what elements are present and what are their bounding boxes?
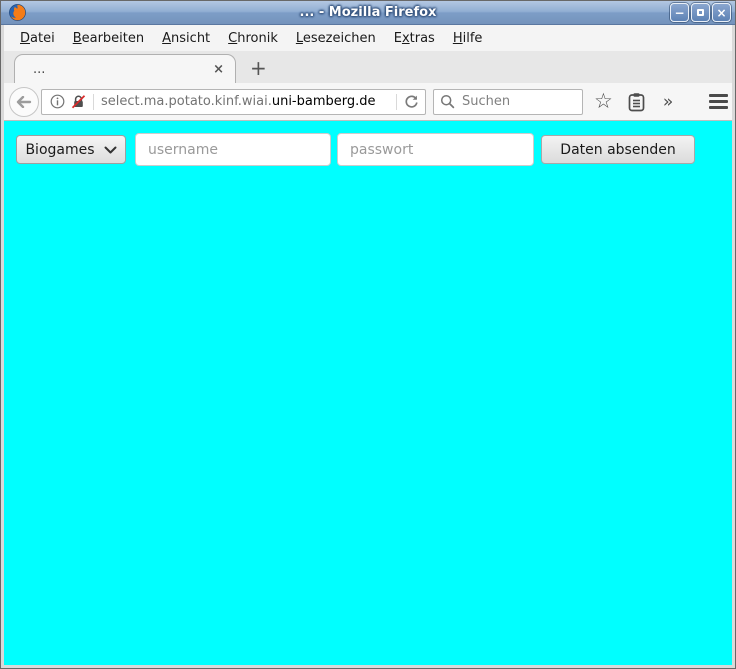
firefox-logo-icon	[9, 4, 26, 21]
username-field[interactable]	[135, 133, 331, 166]
firefox-window: ... - Mozilla Firefox − × Datei Bearbeit…	[0, 0, 736, 669]
menu-ansicht[interactable]: Ansicht	[154, 28, 218, 49]
search-input[interactable]	[433, 89, 583, 115]
window-title: ... - Mozilla Firefox	[1, 5, 735, 20]
close-icon: ×	[716, 5, 726, 21]
url-domain: uni-bamberg.de	[272, 94, 376, 109]
password-field[interactable]	[337, 133, 534, 166]
hamburger-icon	[709, 94, 728, 97]
minimize-button[interactable]: −	[670, 3, 689, 22]
maximize-icon	[697, 9, 704, 16]
menubar: Datei Bearbeiten Ansicht Chronik Lesezei…	[4, 25, 732, 51]
maximize-button[interactable]	[691, 3, 710, 22]
chevron-down-icon	[104, 146, 117, 154]
insecure-lock-icon[interactable]	[71, 94, 86, 109]
menu-datei[interactable]: Datei	[12, 28, 63, 49]
search-box	[433, 89, 583, 115]
page-info-icon[interactable]	[50, 94, 65, 109]
biogames-select[interactable]: Biogames	[16, 135, 126, 164]
url-separator	[93, 94, 94, 110]
active-tab[interactable]: ... ×	[14, 54, 236, 83]
back-arrow-icon	[16, 96, 32, 108]
bookmarks-menu-button[interactable]	[620, 87, 653, 117]
menu-extras[interactable]: Extras	[386, 28, 443, 49]
close-button[interactable]: ×	[712, 3, 731, 22]
select-value: Biogames	[25, 142, 94, 158]
reload-icon[interactable]	[404, 94, 419, 109]
menu-hamburger-button[interactable]	[699, 94, 736, 109]
clipboard-icon	[627, 92, 646, 112]
tab-title: ...	[33, 62, 211, 77]
minimize-icon: −	[674, 5, 684, 21]
menu-chronik[interactable]: Chronik	[220, 28, 286, 49]
overflow-chevron-icon[interactable]: »	[653, 92, 683, 112]
window-frame: Datei Bearbeiten Ansicht Chronik Lesezei…	[1, 25, 735, 668]
menu-hilfe[interactable]: Hilfe	[445, 28, 491, 49]
login-form: Biogames Daten absenden	[4, 121, 732, 166]
menu-lesezeichen[interactable]: Lesezeichen	[288, 28, 384, 49]
url-text[interactable]: select.ma.potato.kinf.wiai.uni-bamberg.d…	[101, 94, 389, 109]
url-separator	[396, 94, 397, 110]
menu-bearbeiten[interactable]: Bearbeiten	[65, 28, 152, 49]
url-bar[interactable]: select.ma.potato.kinf.wiai.uni-bamberg.d…	[41, 89, 426, 115]
tab-close-icon[interactable]: ×	[211, 62, 226, 77]
search-icon	[440, 94, 455, 109]
navigation-toolbar: select.ma.potato.kinf.wiai.uni-bamberg.d…	[4, 83, 732, 121]
tab-bar: ... × +	[4, 51, 732, 83]
url-prefix: select.ma.potato.kinf.wiai.	[101, 94, 272, 109]
submit-button[interactable]: Daten absenden	[541, 135, 695, 164]
back-button[interactable]	[9, 87, 39, 117]
page-content: Biogames Daten absenden	[4, 121, 732, 665]
titlebar[interactable]: ... - Mozilla Firefox − ×	[1, 1, 735, 25]
star-icon: ☆	[594, 91, 613, 112]
new-tab-button[interactable]: +	[236, 56, 281, 83]
bookmark-star-button[interactable]: ☆	[587, 87, 620, 117]
